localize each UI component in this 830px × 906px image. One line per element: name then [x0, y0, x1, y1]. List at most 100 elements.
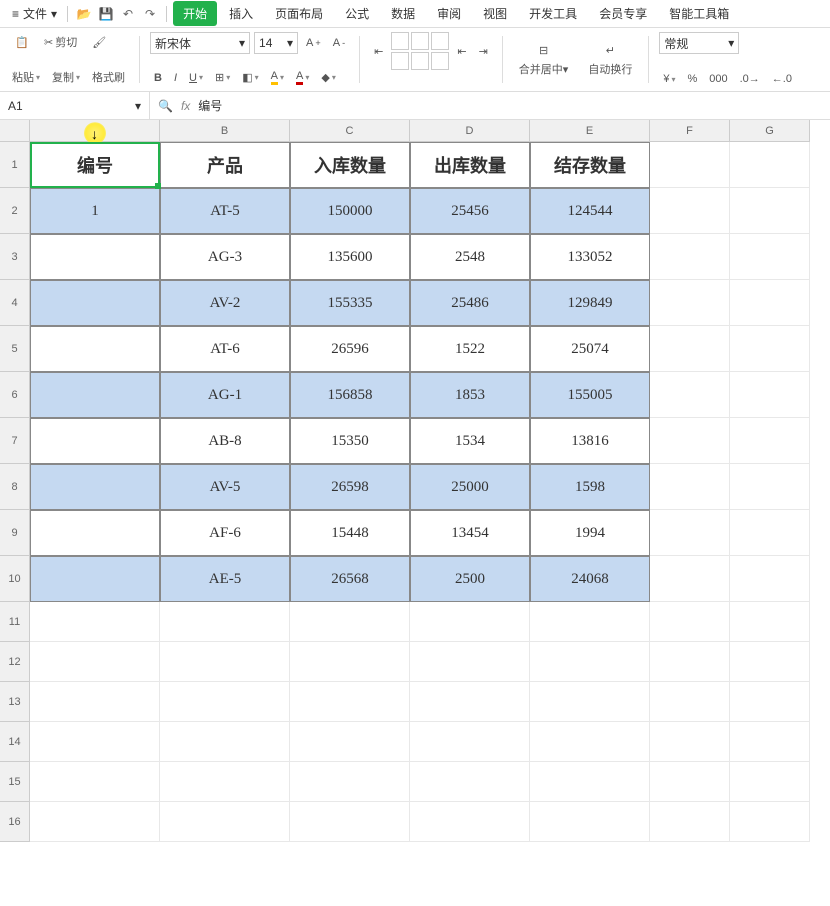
empty-cell[interactable]	[650, 722, 730, 762]
table-cell[interactable]: AT-6	[160, 326, 290, 372]
table-cell[interactable]: 155005	[530, 372, 650, 418]
empty-cell[interactable]	[730, 418, 810, 464]
row-header[interactable]: 6	[0, 372, 30, 418]
table-cell[interactable]	[30, 418, 160, 464]
empty-cell[interactable]	[730, 762, 810, 802]
tab-review[interactable]: 审阅	[427, 1, 471, 26]
empty-cell[interactable]	[730, 142, 810, 188]
currency-button[interactable]: ¥▾	[659, 71, 679, 87]
bold-button[interactable]: B	[150, 70, 166, 86]
table-header-cell[interactable]: 产品	[160, 142, 290, 188]
tab-data[interactable]: 数据	[381, 1, 425, 26]
table-cell[interactable]: 2500	[410, 556, 530, 602]
table-cell[interactable]: 25486	[410, 280, 530, 326]
empty-cell[interactable]	[730, 642, 810, 682]
empty-cell[interactable]	[650, 464, 730, 510]
empty-cell[interactable]	[30, 602, 160, 642]
row-header[interactable]: 16	[0, 802, 30, 842]
align-top-left[interactable]	[391, 32, 409, 50]
empty-cell[interactable]	[530, 802, 650, 842]
empty-cell[interactable]	[730, 234, 810, 280]
font-size-select[interactable]: 14 ▾	[254, 32, 298, 54]
table-cell[interactable]: 26596	[290, 326, 410, 372]
redo-icon[interactable]: ↷	[140, 4, 160, 24]
empty-cell[interactable]	[650, 556, 730, 602]
table-cell[interactable]: 1	[30, 188, 160, 234]
row-header[interactable]: 7	[0, 418, 30, 464]
align-center[interactable]	[411, 52, 429, 70]
fill-color-button[interactable]: ◧▾	[238, 69, 262, 86]
column-header-a[interactable]: A↓	[30, 120, 160, 142]
table-cell[interactable]: 150000	[290, 188, 410, 234]
row-header[interactable]: 14	[0, 722, 30, 762]
tab-member[interactable]: 会员专享	[589, 1, 657, 26]
table-cell[interactable]: 26568	[290, 556, 410, 602]
table-cell[interactable]: 15448	[290, 510, 410, 556]
tab-smart-tools[interactable]: 智能工具箱	[659, 1, 739, 26]
empty-cell[interactable]	[730, 722, 810, 762]
decrease-indent-button[interactable]: ⇤	[453, 43, 470, 60]
table-cell[interactable]: 133052	[530, 234, 650, 280]
empty-cell[interactable]	[160, 682, 290, 722]
empty-cell[interactable]	[30, 802, 160, 842]
tab-dev-tools[interactable]: 开发工具	[519, 1, 587, 26]
empty-cell[interactable]	[160, 722, 290, 762]
table-cell[interactable]: 1534	[410, 418, 530, 464]
empty-cell[interactable]	[650, 802, 730, 842]
tab-view[interactable]: 视图	[473, 1, 517, 26]
empty-cell[interactable]	[290, 802, 410, 842]
empty-cell[interactable]	[160, 602, 290, 642]
table-cell[interactable]: 1994	[530, 510, 650, 556]
column-header-b[interactable]: B	[160, 120, 290, 142]
increase-decimal-button[interactable]: .0→	[736, 71, 764, 87]
table-cell[interactable]	[30, 372, 160, 418]
column-header-f[interactable]: F	[650, 120, 730, 142]
italic-button[interactable]: I	[170, 70, 181, 86]
table-cell[interactable]: 124544	[530, 188, 650, 234]
formula-input[interactable]: 编号	[198, 97, 222, 114]
row-header[interactable]: 12	[0, 642, 30, 682]
table-cell[interactable]: AG-3	[160, 234, 290, 280]
number-format-select[interactable]: 常规 ▾	[659, 32, 739, 54]
font-color-button[interactable]: A▾	[292, 68, 313, 87]
column-header-g[interactable]: G	[730, 120, 810, 142]
empty-cell[interactable]	[650, 762, 730, 802]
align-top-right[interactable]	[431, 32, 449, 50]
empty-cell[interactable]	[650, 142, 730, 188]
table-cell[interactable]: 25074	[530, 326, 650, 372]
empty-cell[interactable]	[730, 682, 810, 722]
highlight-button[interactable]: A▾	[267, 68, 288, 87]
table-cell[interactable]	[30, 234, 160, 280]
table-cell[interactable]: AV-5	[160, 464, 290, 510]
percent-button[interactable]: %	[683, 71, 701, 87]
cut-button[interactable]: ✂ 剪切	[40, 32, 81, 52]
paste-button[interactable]: 📋	[8, 32, 36, 52]
tab-start[interactable]: 开始	[173, 1, 217, 26]
empty-cell[interactable]	[730, 372, 810, 418]
table-cell[interactable]: 15350	[290, 418, 410, 464]
paste-label-button[interactable]: 粘贴 ▾	[8, 67, 44, 87]
table-cell[interactable]: AV-2	[160, 280, 290, 326]
empty-cell[interactable]	[730, 802, 810, 842]
empty-cell[interactable]	[290, 722, 410, 762]
empty-cell[interactable]	[290, 682, 410, 722]
selected-cell[interactable]: 编号	[30, 142, 160, 188]
empty-cell[interactable]	[410, 762, 530, 802]
row-header[interactable]: 8	[0, 464, 30, 510]
empty-cell[interactable]	[410, 682, 530, 722]
empty-cell[interactable]	[410, 722, 530, 762]
empty-cell[interactable]	[410, 642, 530, 682]
empty-cell[interactable]	[30, 682, 160, 722]
table-cell[interactable]: 25456	[410, 188, 530, 234]
empty-cell[interactable]	[650, 372, 730, 418]
empty-cell[interactable]	[530, 762, 650, 802]
table-cell[interactable]: 1853	[410, 372, 530, 418]
row-header[interactable]: 2	[0, 188, 30, 234]
empty-cell[interactable]	[650, 188, 730, 234]
empty-cell[interactable]	[30, 642, 160, 682]
align-left[interactable]	[391, 52, 409, 70]
empty-cell[interactable]	[650, 234, 730, 280]
empty-cell[interactable]	[650, 280, 730, 326]
row-header[interactable]: 9	[0, 510, 30, 556]
tab-page-layout[interactable]: 页面布局	[265, 1, 333, 26]
